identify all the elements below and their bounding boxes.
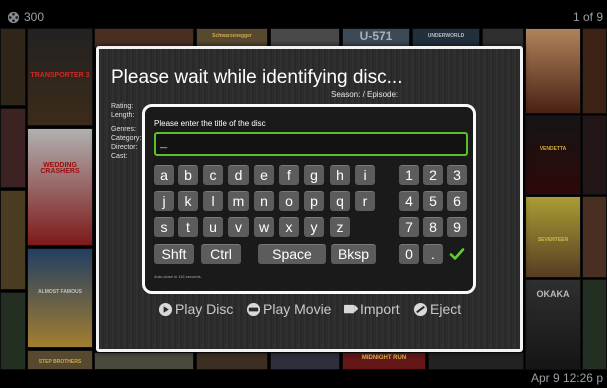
- page-indicator: 1 of 9: [572, 10, 603, 24]
- title-prompt: Please enter the title of the disc: [154, 119, 266, 128]
- key-y[interactable]: y: [304, 217, 324, 237]
- director-label: Director:: [111, 144, 138, 151]
- import-icon: [343, 304, 358, 313]
- key-l[interactable]: l: [203, 191, 223, 211]
- key-t[interactable]: t: [178, 217, 198, 237]
- disc-info-labels: Rating: Length: Genres: Category: Direct…: [111, 102, 141, 161]
- key-z[interactable]: z: [330, 217, 350, 237]
- import-button[interactable]: Import: [343, 300, 400, 318]
- key-w[interactable]: w: [254, 217, 274, 237]
- ok-key[interactable]: [447, 244, 467, 264]
- key-n[interactable]: n: [254, 191, 274, 211]
- key-r[interactable]: r: [355, 191, 375, 211]
- play-disc-button[interactable]: Play Disc: [158, 300, 233, 318]
- key-h[interactable]: h: [330, 165, 350, 185]
- rating-label: Rating:: [111, 103, 134, 110]
- clock: Apr 9 12:26 p: [530, 371, 603, 385]
- key-o[interactable]: o: [279, 191, 299, 211]
- key-5[interactable]: 5: [423, 191, 443, 211]
- disc-title-input[interactable]: [154, 132, 468, 156]
- checkmark-icon: [449, 248, 465, 260]
- space-key[interactable]: Space: [258, 244, 326, 264]
- key-3[interactable]: 3: [447, 165, 467, 185]
- key-j[interactable]: j: [154, 191, 174, 211]
- shift-key[interactable]: Shft: [154, 244, 194, 264]
- key-k[interactable]: k: [178, 191, 198, 211]
- key-8[interactable]: 8: [423, 217, 443, 237]
- bottom-status-bar: Apr 9 12:26 p: [0, 370, 607, 388]
- eject-icon: [413, 302, 428, 316]
- play-disc-label: Play Disc: [175, 301, 234, 317]
- play-movie-label: Play Movie: [263, 301, 332, 317]
- film-reel-icon: [7, 11, 20, 24]
- key-i[interactable]: i: [355, 165, 375, 185]
- key-g[interactable]: g: [304, 165, 324, 185]
- key-2[interactable]: 2: [423, 165, 443, 185]
- key-b[interactable]: b: [178, 165, 198, 185]
- dialog-title: Please wait while identifying disc...: [111, 67, 403, 88]
- key-9[interactable]: 9: [447, 217, 467, 237]
- dot-key[interactable]: .: [423, 244, 443, 264]
- ctrl-key[interactable]: Ctrl: [201, 244, 241, 264]
- genres-label: Genres:: [111, 126, 136, 133]
- key-4[interactable]: 4: [399, 191, 419, 211]
- length-label: Length:: [111, 112, 135, 119]
- backspace-key[interactable]: Bksp: [331, 244, 376, 264]
- key-q[interactable]: q: [330, 191, 350, 211]
- eject-label: Eject: [430, 301, 462, 317]
- key-6[interactable]: 6: [447, 191, 467, 211]
- eject-button[interactable]: Eject: [413, 300, 461, 318]
- key-c[interactable]: c: [203, 165, 223, 185]
- title-entry-keyboard: Please enter the title of the disc a b c…: [142, 104, 476, 294]
- key-d[interactable]: d: [228, 165, 249, 185]
- key-p[interactable]: p: [304, 191, 324, 211]
- key-1[interactable]: 1: [399, 165, 419, 185]
- category-label: Category:: [111, 135, 142, 142]
- key-x[interactable]: x: [279, 217, 299, 237]
- top-status-bar: 300 1 of 9: [0, 8, 607, 28]
- key-v[interactable]: v: [228, 217, 249, 237]
- key-0[interactable]: 0: [399, 244, 419, 264]
- key-f[interactable]: f: [279, 165, 299, 185]
- movie-reel-icon: [246, 302, 261, 316]
- play-movie-button[interactable]: Play Movie: [246, 300, 331, 318]
- auto-close-countdown: Auto-close in 116 seconds.: [154, 274, 202, 279]
- play-icon: [158, 302, 173, 316]
- import-label: Import: [360, 301, 400, 317]
- key-u[interactable]: u: [203, 217, 223, 237]
- key-e[interactable]: e: [254, 165, 274, 185]
- key-7[interactable]: 7: [399, 217, 419, 237]
- item-count: 300: [24, 10, 45, 24]
- cast-label: Cast:: [111, 153, 128, 160]
- key-a[interactable]: a: [154, 165, 174, 185]
- key-s[interactable]: s: [154, 217, 174, 237]
- season-episode-label: Season: / Episode:: [331, 90, 399, 99]
- key-m[interactable]: m: [228, 191, 249, 211]
